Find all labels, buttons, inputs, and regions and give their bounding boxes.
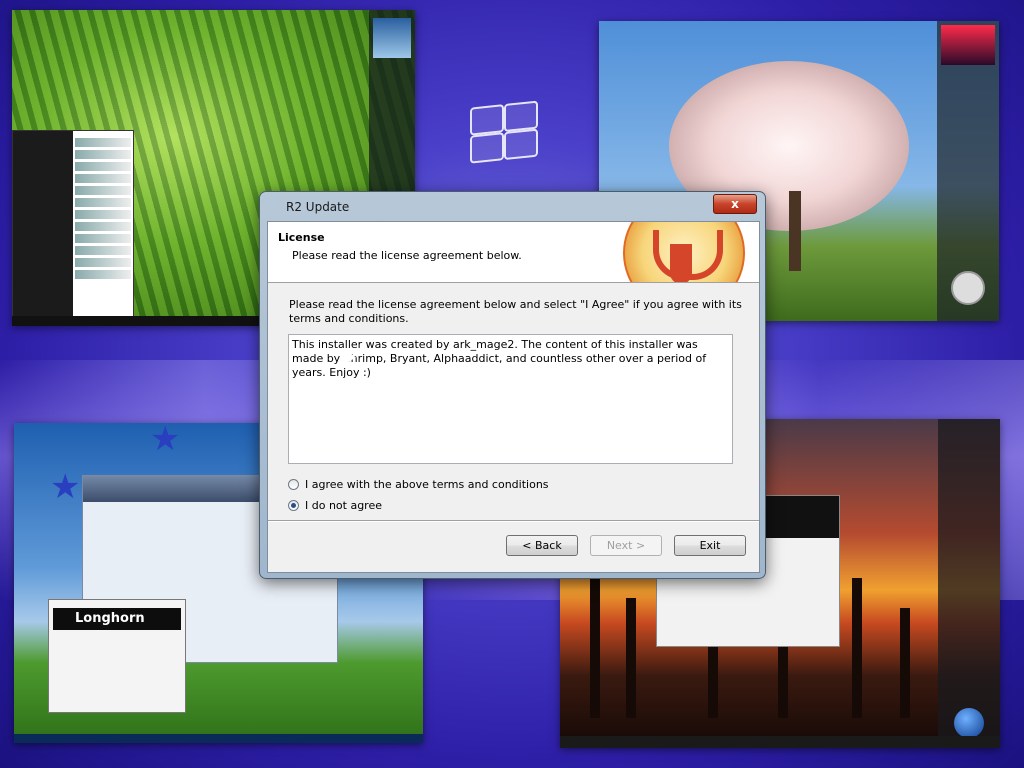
tree-trunk xyxy=(789,191,801,271)
window-title: R2 Update xyxy=(286,200,350,214)
star-icon: ★ xyxy=(150,423,181,459)
start-menu-preview xyxy=(12,130,134,320)
star-icon: ★ xyxy=(50,467,81,507)
longhorn-bull-logo-icon xyxy=(623,222,745,282)
next-button[interactable]: Next > xyxy=(590,535,662,556)
disagree-radio-button[interactable] xyxy=(288,500,299,511)
sidebar-gadgets xyxy=(938,419,1000,748)
header-panel: License Please read the license agreemen… xyxy=(268,222,759,283)
back-button[interactable]: < Back xyxy=(506,535,578,556)
dialog-client-area: License Please read the license agreemen… xyxy=(267,221,760,573)
close-button[interactable]: x xyxy=(713,194,757,214)
globe-gadget-icon xyxy=(954,708,984,738)
windows-logo-icon xyxy=(470,100,540,167)
page-title: License xyxy=(278,231,325,244)
page-subtitle: Please read the license agreement below. xyxy=(292,249,522,262)
agree-radio-option[interactable]: I agree with the above terms and conditi… xyxy=(288,478,549,491)
about-window-preview: Longhorn xyxy=(48,599,186,713)
title-bar[interactable]: R2 Update x xyxy=(260,192,765,220)
close-icon: x xyxy=(731,197,739,211)
longhorn-banner: Longhorn xyxy=(53,608,181,630)
license-instructions: Please read the license agreement below … xyxy=(289,298,742,325)
agree-radio-button[interactable] xyxy=(288,479,299,490)
taskbar xyxy=(14,734,423,743)
installer-dialog: R2 Update x License Please read the lice… xyxy=(259,191,766,579)
disagree-radio-option[interactable]: I do not agree xyxy=(288,499,382,512)
button-separator xyxy=(268,520,759,522)
disagree-radio-label: I do not agree xyxy=(305,499,382,512)
exit-button[interactable]: Exit xyxy=(674,535,746,556)
clock-gadget-icon xyxy=(951,271,985,305)
license-text-area[interactable]: This installer was created by ark_mage2.… xyxy=(288,334,733,464)
taskbar xyxy=(560,736,1000,748)
agree-radio-label: I agree with the above terms and conditi… xyxy=(305,478,549,491)
